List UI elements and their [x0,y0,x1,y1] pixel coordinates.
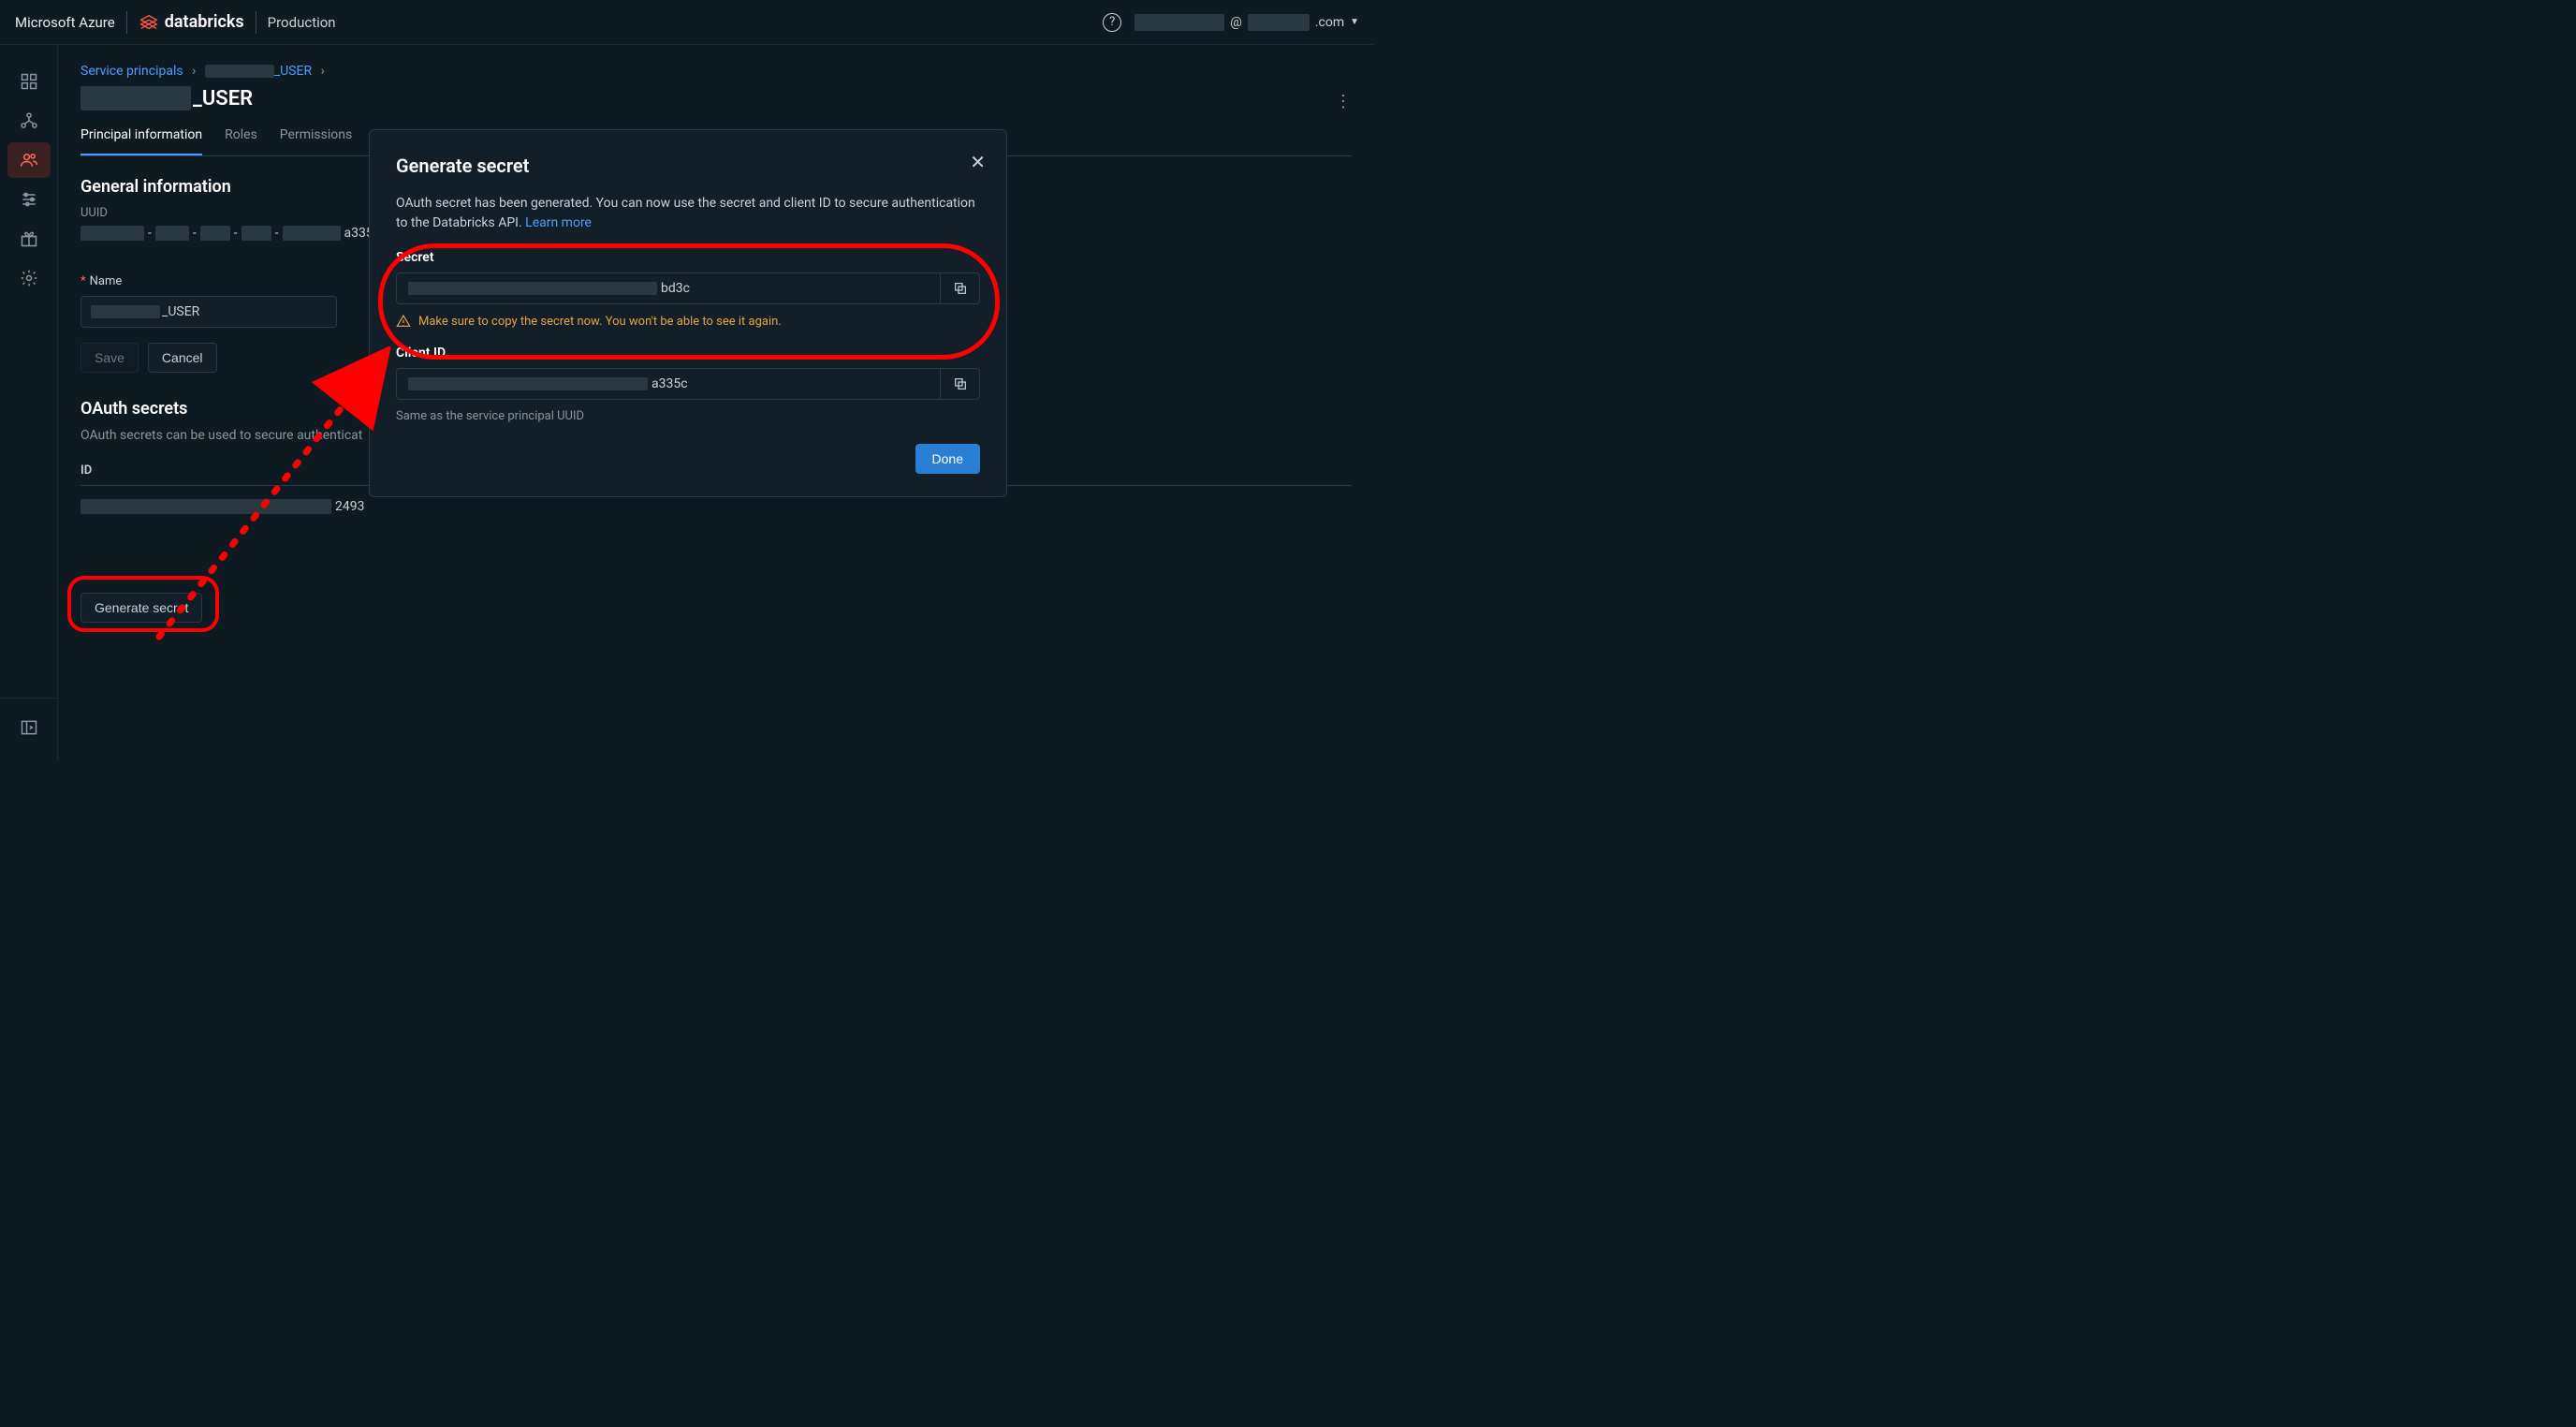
client-id-label: Client ID [396,346,980,360]
kebab-menu[interactable]: ⋮ [1335,92,1352,111]
generate-secret-wrap: Generate secret [80,593,202,623]
cloud-provider-label: Microsoft Azure [15,14,115,31]
redacted [205,65,274,78]
redacted [1248,14,1310,31]
secret-field: bd3c [396,272,980,304]
generate-secret-modal: Generate secret ✕ OAuth secret has been … [369,129,1007,497]
sliders-icon [20,190,38,209]
brand: databricks [139,12,244,33]
sidebar-item-gear[interactable] [7,260,51,296]
email-suffix: .com [1315,15,1344,30]
modal-title: Generate secret [396,154,980,177]
learn-more-link[interactable]: Learn more [525,215,592,230]
copy-client-id-button[interactable] [940,369,979,399]
redacted [200,226,230,241]
org-icon [20,111,38,130]
breadcrumb-sep: › [192,64,196,79]
sidebar-item-settings2[interactable] [7,182,51,217]
secret-warning: Make sure to copy the secret now. You wo… [396,314,980,329]
client-id-hint: Same as the service principal UUID [396,409,980,423]
sidebar-item-org[interactable] [7,103,51,139]
redacted [242,226,271,241]
redacted [91,305,160,318]
breadcrumb: Service principals › _USER › [80,64,1352,79]
breadcrumb-root[interactable]: Service principals [80,64,183,79]
at-sign: @ [1230,15,1242,30]
page-title: _USER [80,86,1352,110]
topbar-right: ? @ .com ▼ [1103,13,1359,32]
client-id-value: a335c [397,369,940,399]
sidebar-item-gift[interactable] [7,221,51,257]
secret-value: bd3c [397,273,940,303]
chevron-down-icon: ▼ [1350,17,1359,27]
tab-principal-info[interactable]: Principal information [80,120,202,155]
generate-secret-button[interactable]: Generate secret [80,593,202,623]
redacted [408,377,648,390]
divider [126,11,127,34]
gear-icon [20,269,38,287]
grid-icon [20,72,38,91]
sidebar [0,45,58,760]
copy-icon [953,281,968,296]
topbar-left: Microsoft Azure databricks Production [15,11,336,34]
copy-secret-button[interactable] [940,273,979,303]
brand-text: databricks [165,12,244,32]
expand-icon [20,718,38,737]
redacted [283,226,341,241]
sidebar-item-workspaces[interactable] [7,64,51,99]
copy-icon [953,376,968,391]
modal-close-button[interactable]: ✕ [970,151,986,173]
environment-label: Production [268,14,336,31]
modal-footer: Done [396,444,980,474]
redacted [155,226,189,241]
breadcrumb-sep: › [321,64,325,79]
sidebar-expand[interactable] [7,710,51,745]
redacted [1134,14,1224,31]
warning-icon [396,314,411,329]
redacted [80,86,191,110]
topbar: Microsoft Azure databricks Production ? … [0,0,1374,45]
sidebar-bottom [0,698,57,745]
sidebar-item-users[interactable] [7,142,51,178]
users-icon [20,151,38,169]
user-menu[interactable]: @ .com ▼ [1134,14,1359,31]
help-icon[interactable]: ? [1103,13,1121,32]
redacted [408,282,657,295]
cancel-button[interactable]: Cancel [148,343,217,373]
save-button[interactable]: Save [80,343,139,373]
secret-label: Secret [396,250,980,265]
databricks-logo-icon [139,12,159,33]
redacted [80,226,144,241]
breadcrumb-current[interactable]: _USER [205,64,315,79]
gift-icon [20,229,38,248]
redacted [80,499,331,514]
tab-permissions[interactable]: Permissions [280,120,352,155]
client-id-field: a335c [396,368,980,400]
done-button[interactable]: Done [915,444,980,474]
name-input[interactable]: _USER [80,296,337,328]
tab-roles[interactable]: Roles [225,120,257,155]
modal-description: OAuth secret has been generated. You can… [396,194,980,233]
